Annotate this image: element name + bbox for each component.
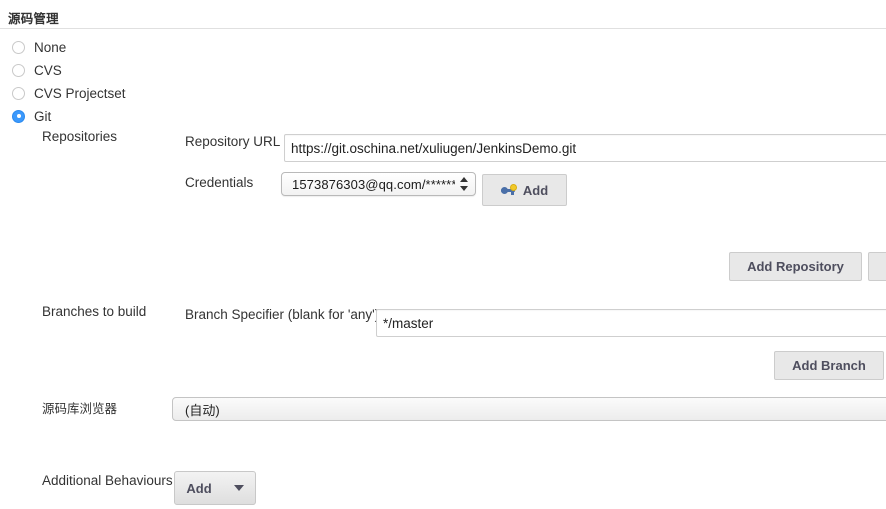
scm-option-label: CVS Projectset <box>34 85 126 101</box>
repo-browser-label: 源码库浏览器 <box>42 402 118 416</box>
radio-icon[interactable] <box>12 86 25 100</box>
branch-specifier-label: Branch Specifier (blank for 'any') <box>185 307 380 322</box>
stepper-arrows-icon[interactable] <box>460 176 469 192</box>
add-repository-label: Add Repository <box>747 259 844 274</box>
credentials-select[interactable]: 1573876303@qq.com/****** <box>281 172 476 196</box>
additional-behaviours-add-label: Add <box>186 480 212 496</box>
repo-browser-select-value: (自动) <box>185 402 220 418</box>
add-branch-button[interactable]: Add Branch <box>774 351 884 380</box>
page-title: 源码管理 <box>8 12 59 26</box>
branch-specifier-input[interactable] <box>376 309 886 337</box>
chevron-down-icon <box>233 485 244 491</box>
scm-option-cvs[interactable]: CVS <box>12 61 62 79</box>
credentials-label: Credentials <box>185 175 254 190</box>
repository-url-label: Repository URL <box>185 134 281 149</box>
scm-option-label: CVS <box>34 62 62 78</box>
radio-icon[interactable] <box>12 63 25 77</box>
add-branch-label: Add Branch <box>792 358 866 373</box>
add-repository-button[interactable]: Add Repository <box>729 252 862 281</box>
repository-extra-button-1[interactable] <box>868 252 886 281</box>
repository-url-input[interactable] <box>284 134 886 162</box>
credentials-add-label: Add <box>522 182 549 198</box>
radio-icon-selected[interactable] <box>12 109 25 123</box>
credentials-add-button[interactable]: Add <box>482 174 567 206</box>
branches-group-label: Branches to build <box>42 304 147 319</box>
scm-option-none[interactable]: None <box>12 38 66 56</box>
scm-option-label: Git <box>34 108 52 124</box>
scm-option-git[interactable]: Git <box>12 107 51 125</box>
section-divider <box>0 28 886 29</box>
additional-behaviours-label: Additional Behaviours <box>42 473 173 488</box>
scm-option-label: None <box>34 39 67 55</box>
additional-behaviours-add-button[interactable]: Add <box>174 471 256 505</box>
repositories-group-label: Repositories <box>42 129 118 144</box>
radio-icon[interactable] <box>12 40 25 54</box>
credentials-select-value: 1573876303@qq.com/****** <box>292 176 455 192</box>
scm-option-cvs-projectset[interactable]: CVS Projectset <box>12 84 126 102</box>
repo-browser-select[interactable]: (自动) <box>172 397 886 421</box>
key-icon <box>500 184 517 196</box>
